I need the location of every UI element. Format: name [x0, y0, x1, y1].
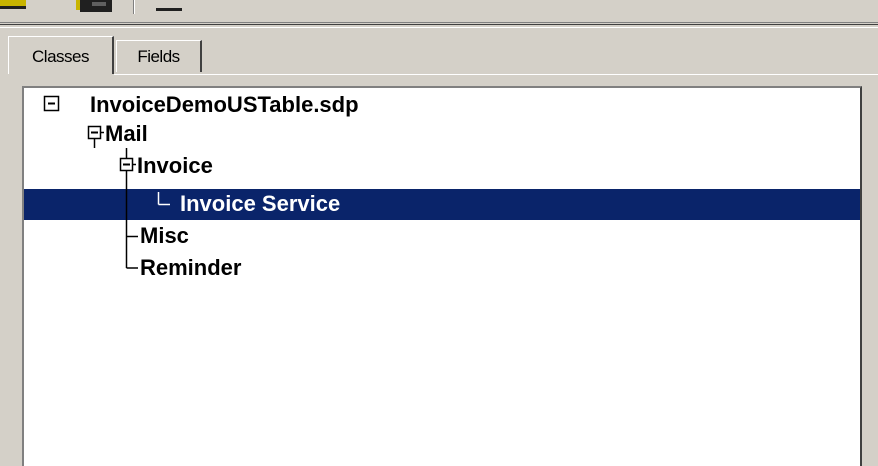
toolbar-printer-icon[interactable]	[72, 0, 122, 14]
toolbar	[0, 0, 878, 22]
toolbar-button-icon[interactable]	[148, 0, 188, 14]
tree-node-reminder[interactable]: Reminder	[140, 256, 241, 280]
toolbar-separator	[133, 0, 135, 14]
tree-node-invoice-service[interactable]: Invoice Service	[180, 192, 340, 216]
tab-strip: Classes Fields	[8, 36, 408, 74]
class-tree[interactable]: InvoiceDemoUSTable.sdp Mail Invoice Invo…	[22, 86, 862, 466]
toolbar-folder-icon[interactable]	[0, 0, 30, 10]
tree-node-misc[interactable]: Misc	[140, 224, 189, 248]
tree-node-mail[interactable]: Mail	[105, 122, 148, 146]
tab-panel-border	[114, 74, 878, 75]
toolbar-divider	[0, 22, 878, 30]
tab-classes[interactable]: Classes	[8, 36, 114, 74]
tree-node-root[interactable]: InvoiceDemoUSTable.sdp	[90, 93, 359, 117]
tab-fields[interactable]: Fields	[116, 40, 202, 72]
tree-node-invoice[interactable]: Invoice	[137, 154, 213, 178]
